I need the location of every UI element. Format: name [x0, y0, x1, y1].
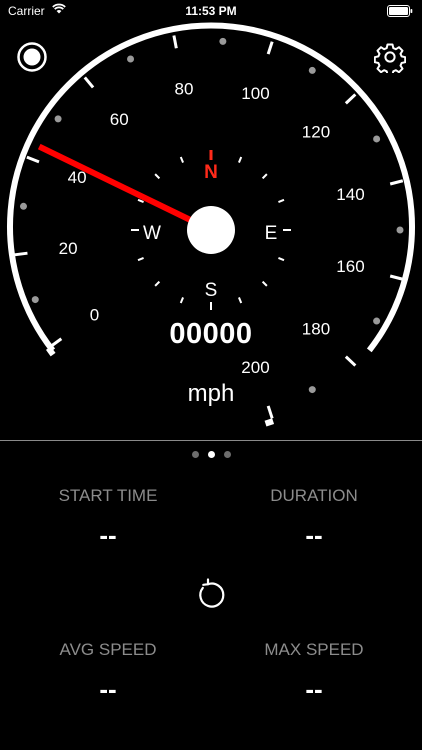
max-speed-label: MAX SPEED [264, 640, 364, 659]
compass-minor-tick [238, 156, 243, 163]
gauge-minor-dot [127, 55, 135, 63]
gauge-minor-dot [308, 66, 316, 74]
page-dot-3[interactable] [223, 451, 231, 458]
page-indicator[interactable] [0, 451, 422, 459]
page-dot-1[interactable] [191, 451, 199, 458]
gauge-major-tick [389, 179, 404, 186]
speed-needle [37, 143, 213, 233]
compass-minor-tick [154, 280, 161, 287]
gauge-speed-label: 60 [110, 110, 129, 129]
gauge-major-tick [344, 93, 357, 105]
gauge-major-tick [14, 251, 28, 257]
gauge-speed-label: 160 [336, 257, 364, 276]
start-time-label: START TIME [58, 486, 158, 505]
divider [0, 440, 422, 441]
gauge-minor-dot [219, 37, 227, 45]
gauge-minor-dot [396, 226, 404, 234]
page-dot-2[interactable] [207, 451, 215, 458]
gauge-speed-label: 120 [302, 122, 330, 141]
compass-minor-tick [238, 297, 243, 304]
gauge-speed-label: 140 [336, 185, 364, 204]
reset-button[interactable] [194, 578, 228, 612]
compass-minor-tick [261, 280, 268, 287]
compass-south-label: S [205, 280, 218, 301]
gauge-minor-dot [31, 296, 39, 304]
gauge-major-tick [389, 274, 404, 281]
duration-value: -- [305, 520, 323, 550]
gauge-speed-label: 20 [59, 239, 78, 258]
speedometer-gauge: 020406080 100120140160180200 N S E W [7, 22, 415, 427]
gauge-major-tick [83, 76, 95, 89]
compass-minor-tick [179, 297, 184, 304]
gauge-speed-label: 200 [241, 358, 269, 377]
compass-minor-tick [154, 173, 161, 180]
compass-minor-tick [261, 173, 268, 180]
avg-speed-label: AVG SPEED [59, 640, 157, 659]
speed-unit-label[interactable]: mph [0, 380, 422, 408]
gauge-major-tick [26, 155, 40, 164]
needle-hub [187, 206, 235, 254]
avg-speed-value: -- [99, 674, 117, 704]
compass-minor-tick [179, 156, 184, 163]
compass-west-label: W [143, 223, 161, 244]
gauge-speed-label: 100 [241, 84, 269, 103]
compass-minor-tick [278, 198, 285, 203]
odometer: 00000 [169, 318, 253, 350]
compass-minor-tick [278, 257, 285, 262]
gauge-minor-dot [54, 115, 62, 123]
max-speed-value: -- [305, 674, 323, 704]
duration-label: DURATION [270, 486, 358, 505]
compass-east-label: E [265, 223, 278, 244]
gauge-minor-dot [19, 202, 27, 210]
gauge-speed-label: 80 [175, 80, 194, 99]
gauge-end-cap [264, 418, 275, 427]
gauge-major-tick [344, 355, 357, 367]
gauge-minor-dot [373, 135, 381, 143]
gauge-major-tick [172, 35, 178, 49]
reset-icon [199, 578, 225, 608]
compass-north-label: N [204, 162, 218, 183]
compass-minor-tick [137, 257, 144, 262]
start-time-value: -- [99, 520, 117, 550]
gauge-major-tick [266, 41, 274, 55]
